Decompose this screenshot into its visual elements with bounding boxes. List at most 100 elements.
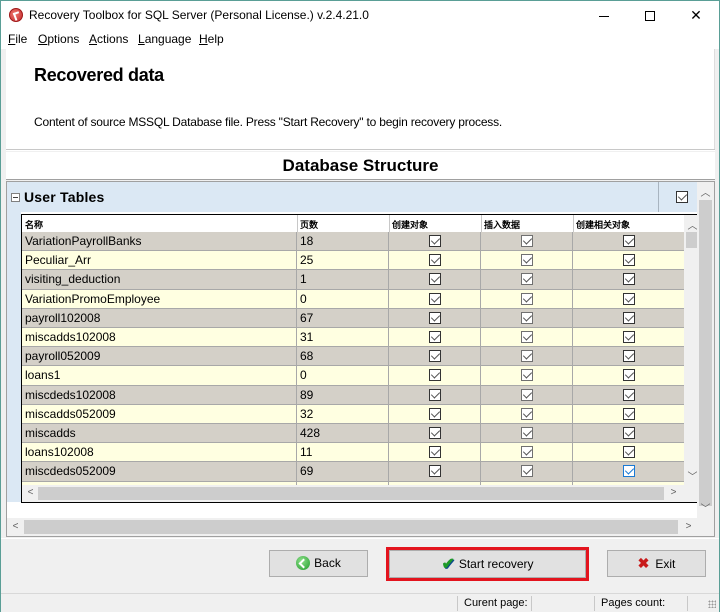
scroll-right-icon[interactable]: >: [665, 487, 682, 498]
table-row[interactable]: miscadds 428: [22, 424, 684, 444]
table-row[interactable]: VariationPromoEmployee 0: [22, 289, 684, 309]
table-name-cell[interactable]: miscadds102008: [22, 328, 297, 347]
scroll-down-icon[interactable]: ﹀: [697, 500, 714, 515]
table-name-cell[interactable]: miscdeds052009: [22, 462, 297, 482]
create-related-checkbox[interactable]: [622, 273, 635, 286]
insert-data-checkbox-cell: [481, 270, 573, 290]
create-object-checkbox[interactable]: [428, 446, 441, 459]
table-row[interactable]: Peculiar_Arr 25: [22, 251, 684, 271]
insert-data-checkbox[interactable]: [520, 427, 533, 439]
create-related-checkbox[interactable]: [622, 465, 635, 478]
grid-horizontal-scrollbar[interactable]: < >: [22, 485, 700, 502]
create-object-checkbox[interactable]: [428, 465, 441, 478]
column-header-create-related[interactable]: 创建相关对象: [576, 218, 630, 231]
table-row[interactable]: loans1 0: [22, 366, 684, 386]
table-name-cell[interactable]: VariationPayrollBanks: [22, 232, 297, 251]
column-header-insert-data[interactable]: 插入数据: [484, 218, 520, 231]
create-related-checkbox[interactable]: [622, 446, 635, 459]
insert-data-checkbox[interactable]: [520, 369, 533, 382]
create-object-checkbox[interactable]: [428, 331, 441, 343]
create-related-checkbox[interactable]: [622, 311, 635, 324]
create-related-checkbox[interactable]: [622, 350, 635, 363]
maximize-button[interactable]: [627, 1, 673, 29]
create-related-checkbox[interactable]: [622, 427, 635, 439]
close-button[interactable]: ✕: [673, 1, 719, 29]
collapse-icon[interactable]: [11, 193, 20, 202]
table-name-cell[interactable]: miscadds: [22, 424, 297, 443]
start-recovery-button[interactable]: ✔ Start recovery: [389, 550, 586, 578]
insert-data-checkbox[interactable]: [520, 388, 533, 401]
page-count-cell: 1: [297, 270, 389, 290]
insert-data-checkbox[interactable]: [520, 350, 533, 363]
group-select-all-checkbox[interactable]: [676, 191, 688, 203]
insert-data-checkbox[interactable]: [520, 273, 533, 286]
scroll-thumb[interactable]: [24, 520, 678, 534]
create-object-checkbox[interactable]: [428, 369, 441, 382]
menu-help[interactable]: Help: [199, 32, 224, 46]
insert-data-checkbox[interactable]: [520, 254, 533, 267]
table-name-cell[interactable]: VariationPromoEmployee: [22, 289, 297, 309]
create-related-checkbox[interactable]: [622, 331, 635, 343]
table-name-cell[interactable]: miscdeds102008: [22, 385, 297, 405]
group-header-user-tables[interactable]: User Tables: [7, 182, 697, 212]
panel-horizontal-scrollbar[interactable]: < >: [7, 518, 714, 536]
create-object-checkbox[interactable]: [428, 388, 441, 401]
insert-data-checkbox[interactable]: [520, 407, 533, 420]
create-related-checkbox[interactable]: [622, 407, 635, 420]
table-name-cell[interactable]: loans1: [22, 366, 297, 386]
table-name-cell[interactable]: payroll102008: [22, 308, 297, 328]
insert-data-checkbox[interactable]: [520, 465, 533, 478]
scroll-thumb[interactable]: [38, 487, 664, 500]
back-button[interactable]: Back: [269, 550, 368, 577]
table-row[interactable]: payroll102008 67: [22, 308, 684, 328]
checkmark-icon: ✔: [441, 556, 455, 573]
menu-options[interactable]: Options: [38, 32, 79, 46]
exit-button[interactable]: ✖ Exit: [607, 550, 706, 577]
insert-data-checkbox[interactable]: [520, 311, 533, 324]
column-header-create-object[interactable]: 创建对象: [392, 218, 428, 231]
table-name-cell[interactable]: miscadds052009: [22, 404, 297, 424]
create-object-checkbox[interactable]: [428, 407, 441, 420]
menu-language[interactable]: Language: [138, 32, 191, 46]
table-name-cell[interactable]: payroll052009: [22, 347, 297, 367]
panel-vertical-scrollbar[interactable]: ︿ ﹀: [697, 182, 714, 518]
create-related-checkbox[interactable]: [622, 292, 635, 305]
table-row[interactable]: miscadds102008 31: [22, 328, 684, 348]
column-header-name[interactable]: 名称: [25, 218, 43, 231]
create-object-checkbox[interactable]: [428, 292, 441, 305]
create-object-checkbox[interactable]: [428, 273, 441, 286]
insert-data-checkbox[interactable]: [520, 446, 533, 459]
create-object-checkbox[interactable]: [428, 235, 441, 247]
table-row[interactable]: miscdeds102008 89: [22, 385, 684, 405]
menu-file[interactable]: File: [8, 32, 27, 46]
create-related-checkbox[interactable]: [622, 369, 635, 382]
column-header-pages[interactable]: 页数: [300, 218, 318, 231]
scroll-right-icon[interactable]: >: [680, 521, 697, 532]
scroll-left-icon[interactable]: <: [7, 521, 24, 532]
scroll-thumb[interactable]: [699, 200, 712, 506]
menu-actions[interactable]: Actions: [89, 32, 128, 46]
create-object-checkbox[interactable]: [428, 254, 441, 267]
insert-data-checkbox[interactable]: [520, 292, 533, 305]
create-related-checkbox[interactable]: [622, 254, 635, 267]
table-name-cell[interactable]: Peculiar_Arr: [22, 251, 297, 271]
create-object-checkbox[interactable]: [428, 311, 441, 324]
create-related-checkbox[interactable]: [622, 388, 635, 401]
table-row[interactable]: payroll052009 68: [22, 347, 684, 367]
create-object-checkbox[interactable]: [428, 427, 441, 439]
create-object-checkbox[interactable]: [428, 350, 441, 363]
insert-data-checkbox[interactable]: [520, 331, 533, 343]
table-row[interactable]: miscdeds052009 69: [22, 462, 684, 482]
scroll-left-icon[interactable]: <: [22, 487, 39, 498]
table-name-cell[interactable]: visiting_deduction: [22, 270, 297, 290]
insert-data-checkbox[interactable]: [520, 235, 533, 247]
minimize-button[interactable]: [581, 1, 627, 29]
resize-grip-icon[interactable]: [708, 600, 716, 608]
table-row[interactable]: loans102008 11: [22, 443, 684, 463]
scroll-up-icon[interactable]: ︿: [697, 184, 714, 199]
create-related-checkbox[interactable]: [622, 235, 635, 247]
table-row[interactable]: miscadds052009 32: [22, 404, 684, 424]
table-row[interactable]: VariationPayrollBanks 18: [22, 232, 684, 252]
table-name-cell[interactable]: loans102008: [22, 443, 297, 463]
table-row[interactable]: visiting_deduction 1: [22, 270, 684, 290]
